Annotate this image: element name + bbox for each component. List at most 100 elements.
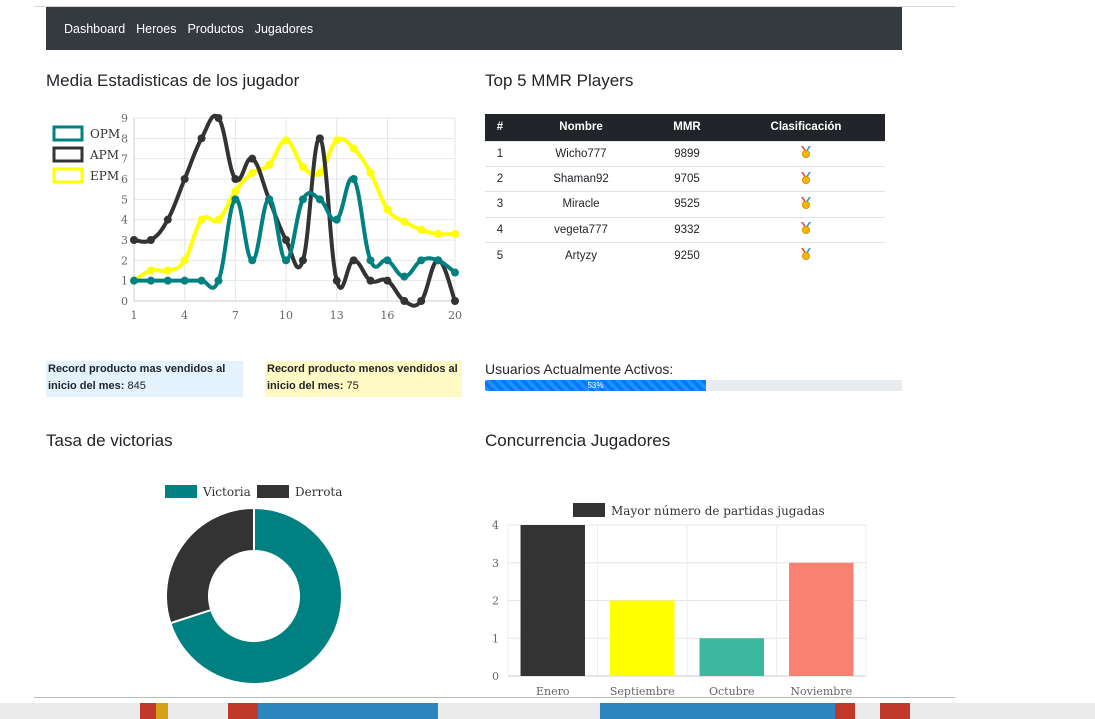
bottom-divider — [34, 697, 955, 698]
point-epm — [315, 168, 324, 177]
point-opm — [366, 256, 375, 265]
point-apm — [197, 134, 206, 143]
bar-enero — [520, 525, 585, 676]
y-tick-label: 7 — [121, 153, 128, 166]
legend-swatch-epm — [52, 167, 84, 184]
cell-rank: 2 — [485, 165, 515, 192]
point-opm — [383, 256, 392, 265]
legend-label-opm: OPM — [90, 127, 120, 141]
point-opm — [315, 195, 324, 204]
legend-label-epm: EPM — [90, 169, 119, 183]
point-opm — [130, 276, 138, 285]
nav-productos[interactable]: Productos — [187, 22, 243, 36]
nav-heroes[interactable]: Heroes — [136, 22, 176, 36]
point-opm — [434, 256, 443, 265]
point-epm — [451, 229, 459, 238]
y-tick-label: 2 — [492, 595, 499, 608]
nav-dashboard[interactable]: Dashboard — [64, 22, 125, 36]
point-epm — [282, 136, 291, 145]
point-opm — [417, 256, 426, 265]
point-opm — [163, 276, 172, 285]
active-users-progress: 53% — [485, 380, 902, 391]
legend-label-victoria: Victoria — [202, 485, 251, 499]
point-opm — [451, 268, 459, 277]
bar-septiembre — [610, 600, 675, 676]
point-opm — [231, 195, 240, 204]
point-opm — [248, 256, 257, 265]
x-tick-label: 7 — [232, 309, 239, 322]
table-row: 2 Shaman92 9705 — [485, 165, 902, 192]
legend-label-derrota: Derrota — [295, 485, 342, 499]
mmr-table: # Nombre MMR Clasificación 1 Wicho777 9899… — [485, 114, 902, 268]
x-tick-label: 13 — [330, 309, 344, 322]
cell-badge — [727, 140, 885, 167]
record-least-value: 75 — [346, 380, 359, 392]
active-users-progress-fill: 53% — [485, 380, 706, 391]
winrate-doughnut-chart: Victoria Derrota — [165, 485, 343, 685]
cell-name: Miracle — [515, 191, 647, 218]
point-opm — [282, 256, 291, 265]
record-most-value: 845 — [127, 380, 146, 392]
point-epm — [298, 162, 307, 171]
cell-mmr: 9250 — [647, 242, 727, 268]
point-apm — [282, 236, 291, 244]
x-tick-label: 10 — [279, 309, 293, 322]
x-tick-label: 4 — [181, 309, 188, 322]
point-opm — [197, 276, 206, 285]
point-epm — [180, 256, 189, 265]
point-apm — [180, 175, 189, 183]
table-row: 4 vegeta777 9332 — [485, 216, 902, 243]
y-tick-label: 1 — [121, 275, 128, 288]
cell-rank: 1 — [485, 140, 515, 167]
point-epm — [400, 217, 409, 226]
mmr-title: Top 5 MMR Players — [485, 71, 634, 90]
series-line-opm — [133, 176, 457, 290]
point-epm — [163, 266, 172, 275]
winrate-title: Tasa de victorias — [46, 431, 173, 450]
x-tick-label: 1 — [131, 309, 138, 322]
point-epm — [248, 168, 257, 177]
record-most-sold: Record producto mas vendidos al inicio d… — [46, 361, 243, 397]
y-tick-label: 2 — [121, 254, 128, 267]
table-row: 5 Artyzy 9250 — [485, 242, 902, 268]
point-epm — [349, 144, 358, 153]
cell-mmr: 9899 — [647, 140, 727, 167]
legend-swatch-opm — [52, 125, 84, 142]
cell-badge — [727, 242, 885, 268]
point-epm — [231, 187, 240, 196]
cell-rank: 5 — [485, 242, 515, 268]
point-opm — [332, 215, 341, 224]
player-stats-line-chart: 01234567891 4 7 10 13 16 20OPMAPMEPM — [52, 112, 462, 322]
point-opm — [146, 276, 155, 285]
point-apm — [248, 154, 257, 163]
cell-name: Artyzy — [515, 242, 647, 268]
point-epm — [383, 205, 392, 214]
col-rank: # — [485, 114, 515, 141]
bar-noviembre — [789, 562, 854, 676]
stats-title: Media Estadisticas de los jugador — [46, 71, 300, 90]
point-epm — [417, 225, 426, 234]
col-name: Nombre — [515, 114, 647, 141]
point-apm — [417, 297, 426, 305]
footer-image-strip — [0, 703, 1095, 719]
x-tick-label: 20 — [448, 309, 462, 322]
medal-icon — [801, 222, 811, 235]
point-apm — [214, 114, 223, 122]
point-epm — [265, 160, 274, 169]
record-least-sold: Record producto menos vendidos al inicio… — [265, 361, 462, 397]
table-row: 1 Wicho777 9899 — [485, 140, 902, 167]
y-tick-label: 3 — [492, 557, 499, 570]
nav-jugadores[interactable]: Jugadores — [255, 22, 313, 36]
point-apm — [451, 297, 459, 305]
legend-swatch-derrota — [257, 485, 289, 498]
table-row: 3 Miracle 9525 — [485, 191, 902, 218]
y-tick-label: 6 — [121, 173, 128, 186]
point-apm — [315, 134, 324, 143]
y-tick-label: 4 — [492, 519, 499, 532]
y-tick-label: 1 — [492, 632, 499, 645]
cell-name: vegeta777 — [515, 216, 647, 243]
cell-badge — [727, 165, 885, 192]
point-opm — [400, 272, 409, 281]
cell-mmr: 9332 — [647, 216, 727, 243]
cell-badge — [727, 216, 885, 243]
